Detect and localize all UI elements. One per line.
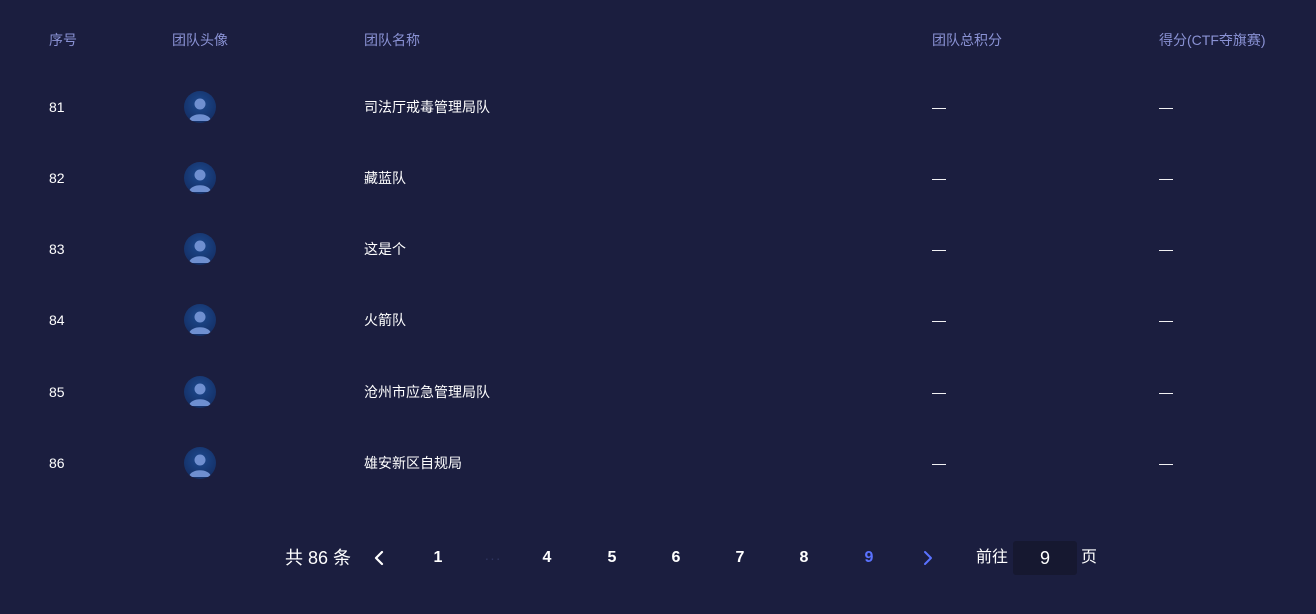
- header-team-name: 团队名称: [364, 32, 420, 48]
- row-index: 81: [49, 99, 65, 115]
- goto-suffix: 页: [1081, 549, 1098, 566]
- row-team-name: 沧州市应急管理局队: [364, 384, 490, 400]
- row-total-points: —: [932, 384, 946, 400]
- row-team-name: 藏蓝队: [364, 170, 406, 186]
- pagination-ellipsis[interactable]: ···: [483, 547, 503, 569]
- page-7-button[interactable]: 7: [730, 547, 750, 569]
- header-avatar: 团队头像: [172, 32, 228, 48]
- goto-prefix: 前往: [976, 549, 1009, 566]
- page-4-button[interactable]: 4: [537, 547, 557, 569]
- row-score: —: [1159, 241, 1173, 257]
- chevron-right-icon[interactable]: [918, 549, 936, 567]
- pagination-total: 共 86 条: [285, 548, 352, 568]
- row-index: 85: [49, 384, 65, 400]
- user-avatar-icon: [184, 304, 216, 336]
- goto-page-input[interactable]: [1013, 541, 1077, 575]
- row-score: —: [1159, 170, 1173, 186]
- row-total-points: —: [932, 99, 946, 115]
- pagination: 共 86 条 1 ··· 4 5 6 7 8 9 前往 页: [0, 541, 1316, 575]
- row-index: 84: [49, 312, 65, 328]
- row-score: —: [1159, 455, 1173, 471]
- row-total-points: —: [932, 241, 946, 257]
- header-index: 序号: [49, 32, 77, 48]
- page-9-button[interactable]: 9: [859, 547, 879, 569]
- user-avatar-icon: [184, 91, 216, 123]
- page-8-button[interactable]: 8: [794, 547, 814, 569]
- chevron-left-icon[interactable]: [371, 549, 389, 567]
- row-score: —: [1159, 312, 1173, 328]
- user-avatar-icon: [184, 447, 216, 479]
- user-avatar-icon: [184, 233, 216, 265]
- user-avatar-icon: [184, 162, 216, 194]
- row-team-name: 这是个: [364, 241, 406, 257]
- user-avatar-icon: [184, 376, 216, 408]
- header-score-ctf: 得分(CTF夺旗赛): [1159, 32, 1266, 48]
- row-score: —: [1159, 384, 1173, 400]
- header-total-points: 团队总积分: [932, 32, 1002, 48]
- row-total-points: —: [932, 170, 946, 186]
- page-6-button[interactable]: 6: [666, 547, 686, 569]
- row-index: 83: [49, 241, 65, 257]
- row-team-name: 雄安新区自规局: [364, 455, 462, 471]
- row-score: —: [1159, 99, 1173, 115]
- row-index: 82: [49, 170, 65, 186]
- row-total-points: —: [932, 312, 946, 328]
- row-team-name: 司法厅戒毒管理局队: [364, 99, 490, 115]
- row-index: 86: [49, 455, 65, 471]
- page-1-button[interactable]: 1: [428, 547, 448, 569]
- row-team-name: 火箭队: [364, 312, 406, 328]
- row-total-points: —: [932, 455, 946, 471]
- page-5-button[interactable]: 5: [602, 547, 622, 569]
